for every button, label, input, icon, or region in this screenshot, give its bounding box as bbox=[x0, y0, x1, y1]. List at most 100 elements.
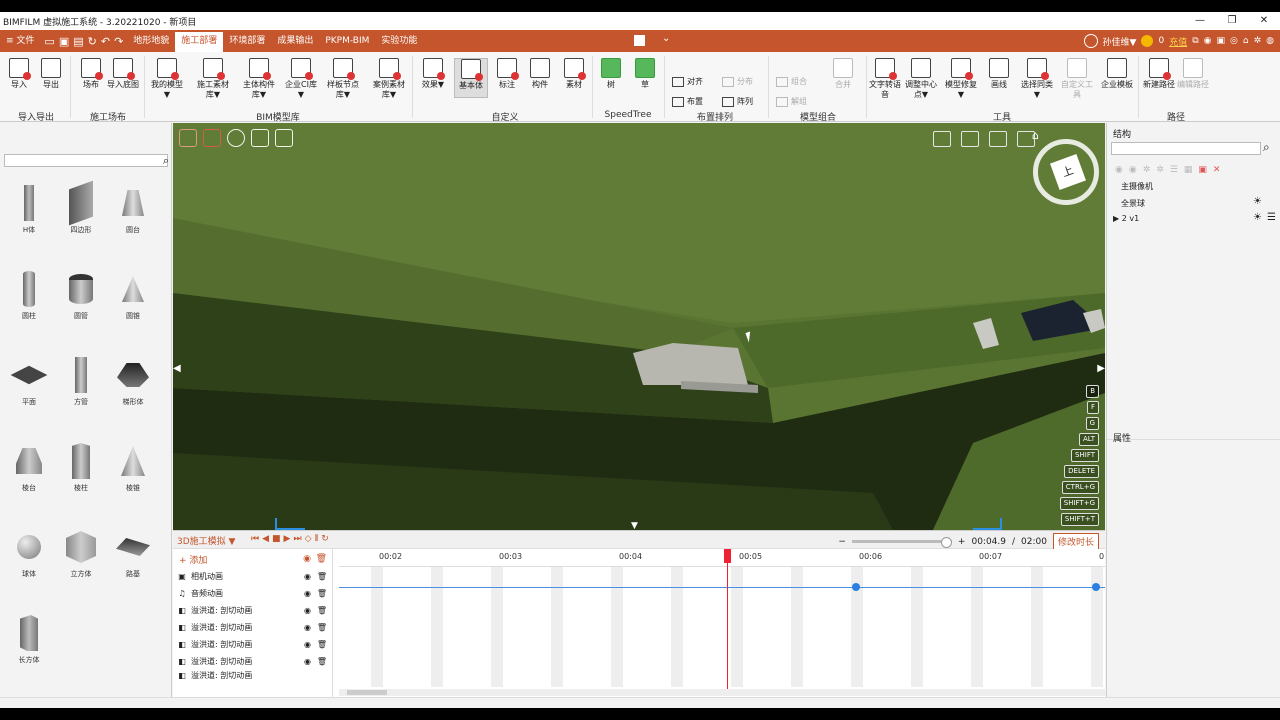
key-shift-g[interactable]: SHIFT+G bbox=[1059, 497, 1099, 510]
text-to-speech-button[interactable]: 文字转语音 bbox=[868, 58, 902, 100]
trash-icon[interactable]: 🗑 bbox=[316, 554, 327, 564]
shape-cuboid[interactable]: 长方体 bbox=[4, 615, 54, 665]
sun-icon[interactable]: ✲ bbox=[1156, 165, 1164, 175]
loop-icon[interactable]: ↻ bbox=[321, 534, 329, 544]
track-row[interactable]: ◧ 溢洪道: 剖切动画 ◉ 🗑 bbox=[173, 602, 333, 618]
my-model-button[interactable]: 我的模型▼ bbox=[150, 58, 184, 100]
eye-icon[interactable]: ◉ bbox=[304, 589, 311, 598]
search-icon[interactable]: ⌕ bbox=[163, 154, 169, 168]
key-f[interactable]: F bbox=[1086, 401, 1099, 414]
edit-path-button[interactable]: 编辑路径 bbox=[1176, 58, 1210, 90]
grass-button[interactable]: 草 bbox=[628, 58, 662, 90]
shape-pyramid[interactable]: 棱锥 bbox=[108, 443, 158, 493]
eye-icon[interactable]: ◉ bbox=[303, 554, 311, 564]
minimize-button[interactable]: — bbox=[1184, 12, 1216, 30]
prev-frame-icon[interactable]: ◀ bbox=[262, 534, 269, 544]
eye-icon[interactable]: ◉ bbox=[304, 572, 311, 581]
tab-construction[interactable]: 施工部署 bbox=[175, 31, 224, 54]
custom-tool-button[interactable]: 自定义工具 bbox=[1060, 58, 1094, 100]
array-button[interactable]: 阵列 bbox=[722, 96, 753, 107]
track-row[interactable]: ◧ 溢洪道: 剖切动画 ◉ 🗑 bbox=[173, 619, 333, 635]
right-panel-toggle[interactable]: ▶ bbox=[1097, 363, 1105, 374]
layout-toggle-icon[interactable] bbox=[634, 35, 645, 46]
new-path-button[interactable]: 新建路径 bbox=[1142, 58, 1176, 90]
gear-icon[interactable]: ✲ bbox=[1254, 36, 1262, 46]
track-row[interactable]: ◧ 溢洪道: 剖切动画 bbox=[173, 670, 333, 680]
light-icon[interactable]: ✲ bbox=[1143, 165, 1151, 175]
eye-icon[interactable]: ◉ bbox=[304, 640, 311, 649]
time-ruler[interactable]: 00:02 00:03 00:04 00:05 00:06 00:07 0 bbox=[339, 549, 1105, 567]
timeline-toggle[interactable]: ▼ bbox=[631, 521, 638, 530]
tab-pkpm[interactable]: PKPM-BIM bbox=[319, 30, 375, 52]
timeline-zoom-slider[interactable] bbox=[851, 537, 952, 548]
maximize-button[interactable]: ❐ bbox=[1216, 12, 1248, 30]
shape-prism[interactable]: 棱柱 bbox=[56, 443, 106, 493]
search-icon[interactable]: ⌕ bbox=[1263, 140, 1270, 155]
left-panel-toggle[interactable]: ◀ bbox=[173, 363, 181, 374]
skip-start-icon[interactable]: ⏮ bbox=[251, 534, 259, 544]
effect-button[interactable]: 效果▼ bbox=[416, 58, 450, 90]
keyframe-icon[interactable]: ◇ bbox=[305, 534, 312, 544]
home-view-icon[interactable]: ⌂ bbox=[1032, 129, 1039, 142]
edit-duration-button[interactable]: 修改时长 bbox=[1052, 533, 1099, 550]
chevron-down-icon[interactable]: ⌄ bbox=[662, 33, 670, 44]
visibility-icon[interactable]: ◉ bbox=[1115, 165, 1123, 175]
scale-icon[interactable] bbox=[251, 129, 269, 147]
combine-button[interactable]: 组合 bbox=[776, 76, 807, 87]
shape-sphere[interactable]: 球体 bbox=[4, 529, 54, 579]
eye-icon[interactable]: ◉ bbox=[304, 623, 311, 632]
export-button[interactable]: 导出 bbox=[34, 58, 68, 90]
scene-button[interactable]: 场布 bbox=[74, 58, 108, 90]
shape-roadbed[interactable]: 路基 bbox=[108, 529, 158, 579]
trash-icon[interactable]: 🗑 bbox=[317, 623, 327, 632]
tab-output[interactable]: 成果输出 bbox=[271, 30, 319, 52]
split-icon[interactable]: ⫴ bbox=[315, 534, 319, 544]
component-button[interactable]: 构件 bbox=[523, 58, 557, 90]
redo-icon[interactable]: ↷ bbox=[114, 35, 123, 48]
add-track-button[interactable]: + 添加 bbox=[179, 553, 207, 566]
tree-button[interactable]: 树 bbox=[594, 58, 628, 90]
rotate-icon[interactable] bbox=[227, 129, 245, 147]
tree-item-2v1[interactable]: ▶ 2 v1 bbox=[1113, 214, 1139, 223]
shape-frustum[interactable]: 圆台 bbox=[108, 185, 158, 235]
footsteps-icon[interactable] bbox=[933, 131, 951, 147]
key-b[interactable]: B bbox=[1086, 385, 1099, 398]
shape-plane[interactable]: 平面 bbox=[4, 357, 54, 407]
tab-terrain[interactable]: 地形地貌 bbox=[127, 30, 175, 52]
recharge-link[interactable]: 充值 bbox=[1169, 35, 1187, 48]
key-shift[interactable]: SHIFT bbox=[1071, 449, 1099, 462]
camera-icon[interactable] bbox=[961, 131, 979, 147]
zoom-out-icon[interactable]: − bbox=[838, 537, 846, 547]
import-base-button[interactable]: 导入底图 bbox=[106, 58, 140, 90]
open-icon[interactable]: ▭ bbox=[44, 35, 54, 48]
playhead[interactable] bbox=[724, 549, 731, 689]
message-icon[interactable]: ◉ bbox=[1204, 36, 1212, 46]
shape-h-body[interactable]: H体 bbox=[4, 185, 54, 235]
focus-icon[interactable] bbox=[989, 131, 1007, 147]
home-icon[interactable]: ⌂ bbox=[1243, 36, 1249, 46]
view-cube[interactable]: 上 bbox=[1033, 139, 1099, 205]
frame-icon[interactable] bbox=[275, 129, 293, 147]
save-as-icon[interactable]: ▤ bbox=[73, 35, 83, 48]
list-icon[interactable]: ☰ bbox=[1267, 212, 1276, 223]
eye-icon[interactable]: ◉ bbox=[304, 657, 311, 666]
base-body-button[interactable]: 基本体 bbox=[454, 58, 488, 98]
select-arrow-icon[interactable] bbox=[179, 129, 197, 147]
shape-square-pipe[interactable]: 方管 bbox=[56, 357, 106, 407]
track-area[interactable]: 00:02 00:03 00:04 00:05 00:06 00:07 0 bbox=[339, 549, 1105, 689]
layout-button[interactable]: 布置 bbox=[672, 96, 703, 107]
key-ctrl-g[interactable]: CTRL+G bbox=[1061, 481, 1099, 494]
simulation-mode-dropdown[interactable]: 3D施工模拟 ▼ bbox=[177, 534, 235, 547]
tab-environment[interactable]: 环境部署 bbox=[223, 30, 271, 52]
timeline-scrollbar[interactable] bbox=[339, 689, 1105, 696]
merge-button[interactable]: 合并 bbox=[826, 58, 860, 90]
trash-icon[interactable]: 🗑 bbox=[317, 572, 327, 581]
play-icon[interactable]: ▶ bbox=[284, 534, 291, 544]
users-icon[interactable]: ◎ bbox=[1230, 36, 1238, 46]
distribute-button[interactable]: 分布 bbox=[722, 76, 753, 87]
3d-viewport[interactable]: ⌂ 上 ◀ ▶ ▼ B F G ALT SHIFT DELETE CTRL+G … bbox=[173, 123, 1105, 530]
trash-icon[interactable]: 🗑 bbox=[317, 640, 327, 649]
track-row[interactable]: ◧ 溢洪道: 剖切动画 ◉ 🗑 bbox=[173, 653, 333, 669]
construction-lib-button[interactable]: 施工素材库▼ bbox=[196, 58, 230, 100]
compass-icon[interactable]: ◍ bbox=[1266, 36, 1274, 46]
